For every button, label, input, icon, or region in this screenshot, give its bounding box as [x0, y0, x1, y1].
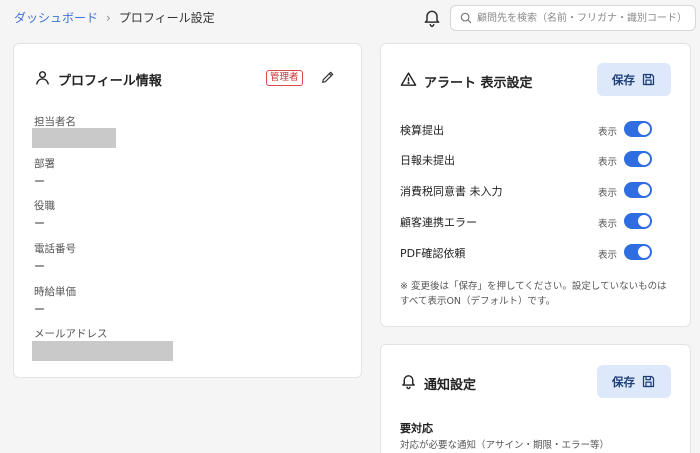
warning-icon: [400, 72, 417, 86]
breadcrumb-current: プロフィール設定: [118, 11, 215, 25]
alert-settings-card: アラート 表示設定 保存 検算提出 表示 日報未提出 表示 消費税同意書 未入力…: [380, 43, 691, 327]
required-action-description: 対応が必要な通知（アサイン・期限・エラー等）: [400, 440, 610, 451]
notification-settings-title: 通知設定: [424, 378, 477, 393]
alert-settings-title: アラート 表示設定: [424, 76, 533, 91]
alert-row-label: 日報未提出: [400, 154, 455, 167]
field-label-phone: 電話番号: [34, 243, 76, 255]
top-bar: ダッシュボード › プロフィール設定: [0, 0, 700, 36]
breadcrumb-separator: ›: [106, 10, 111, 25]
field-label-department: 部署: [34, 158, 55, 170]
alert-row-label: 検算提出: [400, 124, 444, 137]
redacted-email-value: [32, 341, 173, 361]
alert-row-label: 消費税同意書 未入力: [400, 185, 503, 198]
edit-profile-pencil-icon[interactable]: [320, 69, 336, 85]
field-value-phone: ー: [34, 260, 45, 273]
alert-row-state: 表示: [598, 250, 618, 261]
field-label-name: 担当者名: [34, 116, 76, 128]
search-icon: [460, 12, 472, 24]
alert-row-pdf-check: PDF確認依頼 表示: [400, 242, 652, 262]
client-search-input[interactable]: [477, 8, 693, 28]
notification-save-button[interactable]: 保存: [597, 365, 671, 398]
alert-toggle-switch[interactable]: [624, 121, 652, 137]
required-action-title: 要対応: [400, 422, 433, 435]
alert-settings-note: ※ 変更後は「保存」を押してください。設定していないものはすべて表示ON（デフォ…: [400, 281, 667, 307]
notification-save-label: 保存: [612, 374, 635, 389]
alert-row-label: 顧客連携エラー: [400, 216, 477, 229]
breadcrumb: ダッシュボード › プロフィール設定: [14, 9, 215, 26]
alert-toggle-switch[interactable]: [624, 182, 652, 198]
alert-row-kenzan: 検算提出 表示: [400, 119, 652, 139]
field-value-hourly-rate: ー: [34, 303, 45, 316]
breadcrumb-home-link[interactable]: ダッシュボード: [14, 9, 98, 26]
notification-settings-card: 通知設定 保存 要対応 対応が必要な通知（アサイン・期限・エラー等）: [380, 344, 691, 453]
alert-row-customer-link-error: 顧客連携エラー 表示: [400, 211, 652, 231]
alert-row-state: 表示: [598, 157, 618, 168]
alert-row-state: 表示: [598, 127, 618, 138]
field-label-email: メールアドレス: [34, 328, 108, 340]
client-search-box: [450, 5, 696, 31]
alert-row-state: 表示: [598, 219, 618, 230]
profile-card: プロフィール情報 管理者 担当者名 部署 ー 役職 ー 電話番号 ー 時給単価 …: [13, 43, 362, 378]
field-value-position: ー: [34, 217, 45, 230]
field-label-hourly-rate: 時給単価: [34, 286, 76, 298]
alert-toggle-switch[interactable]: [624, 244, 652, 260]
alert-row-label: PDF確認依頼: [400, 247, 466, 260]
save-icon: [642, 375, 655, 388]
alert-row-tax-consent: 消費税同意書 未入力 表示: [400, 180, 652, 200]
field-value-department: ー: [34, 175, 45, 188]
save-icon: [642, 73, 655, 86]
alert-row-daily-report: 日報未提出 表示: [400, 149, 652, 169]
alert-row-state: 表示: [598, 188, 618, 199]
bell-icon: [402, 375, 415, 390]
alert-save-label: 保存: [612, 72, 635, 87]
profile-title: プロフィール情報: [58, 74, 162, 89]
admin-badge: 管理者: [266, 70, 303, 86]
user-icon: [36, 71, 49, 85]
field-label-position: 役職: [34, 200, 55, 212]
redacted-name-value: [32, 128, 116, 148]
alert-toggle-switch[interactable]: [624, 151, 652, 167]
alert-toggle-switch[interactable]: [624, 213, 652, 229]
bell-icon[interactable]: [422, 8, 442, 28]
alert-save-button[interactable]: 保存: [597, 63, 671, 96]
